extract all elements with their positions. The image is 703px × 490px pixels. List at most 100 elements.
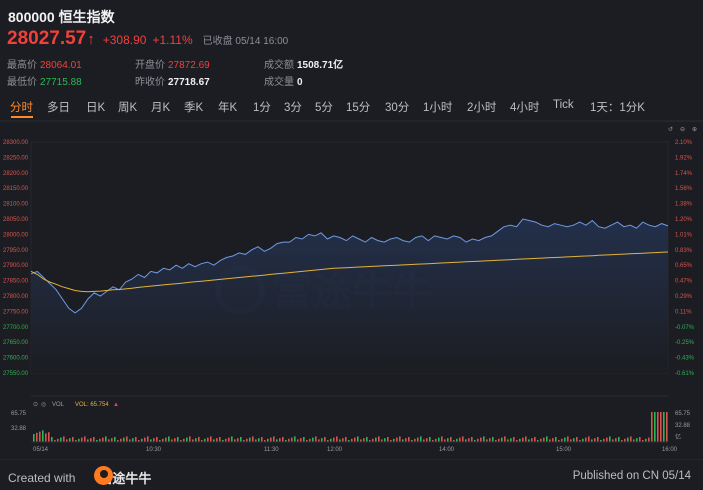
vol-bar <box>273 436 275 442</box>
vol-bar <box>147 436 149 442</box>
vol-bar <box>408 437 410 442</box>
zoom-in-icon: ⊕ <box>692 127 697 133</box>
pct-tick-right: 0.47% <box>675 279 693 285</box>
vol-label: VOL <box>52 402 65 408</box>
vol-bar <box>447 438 449 442</box>
vol-bar <box>567 436 569 442</box>
vol-settings-icon: ⊙ <box>33 402 38 408</box>
footer-published: Published on CN 05/14 <box>572 470 691 482</box>
vol-bar <box>405 438 407 442</box>
pct-tick-right: 0.11% <box>675 309 692 315</box>
vol-bar <box>258 438 260 442</box>
vol-bar <box>240 437 242 442</box>
vol-bar <box>90 438 92 442</box>
vol-bar <box>384 438 386 442</box>
price-tick-left: 27800.00 <box>3 294 29 300</box>
price-tick-left: 28250.00 <box>3 155 29 161</box>
vol-value: VOL: 65.754 <box>75 402 109 408</box>
vol-bar <box>525 436 527 442</box>
vol-bar <box>114 437 116 442</box>
time-tick: 12:00 <box>327 447 343 453</box>
vol-bar <box>357 436 359 442</box>
vol-bar <box>510 438 512 442</box>
vol-bar <box>594 438 596 442</box>
vol-bar <box>252 436 254 442</box>
vol-bar <box>429 437 431 442</box>
vol-bar <box>174 438 176 442</box>
vol-bar <box>261 437 263 442</box>
vol-bar <box>588 436 590 442</box>
vol-bar <box>483 436 485 442</box>
vol-bar <box>207 437 209 442</box>
vol-bar <box>36 432 38 442</box>
vol-bar <box>420 436 422 442</box>
price-tick-left: 27650.00 <box>3 340 29 346</box>
vol-bar <box>426 438 428 442</box>
vol-bar <box>606 437 608 442</box>
vol-bar <box>648 437 650 442</box>
created-with-label: Created with <box>8 470 76 485</box>
vol-bar <box>618 437 620 442</box>
vol-bar <box>468 438 470 442</box>
vol-bar <box>111 438 113 442</box>
vol-tick-right: 亿 <box>675 433 681 441</box>
pct-tick-right: 1.74% <box>675 171 693 177</box>
vol-bar <box>324 437 326 442</box>
vol-bar <box>480 437 482 442</box>
vol-tick-left: 32.88 <box>11 426 27 432</box>
pct-tick-right: 0.83% <box>675 248 693 254</box>
vol-bar <box>102 437 104 442</box>
vol-bar <box>354 437 356 442</box>
vol-bar <box>63 436 65 442</box>
reset-icon: ↺ <box>668 126 673 133</box>
pct-tick-right: 1.38% <box>675 202 693 208</box>
vol-bar <box>153 438 155 442</box>
pct-tick-right: 1.01% <box>675 232 693 238</box>
price-area <box>31 219 668 373</box>
pct-tick-right: -0.61% <box>675 371 695 377</box>
vol-bar <box>375 437 377 442</box>
footer-created: Created with 富途牛牛 <box>8 466 151 487</box>
time-tick: 16:00 <box>662 447 678 453</box>
pct-tick-right: -0.25% <box>675 340 695 346</box>
vol-bar <box>219 437 221 442</box>
vol-bar <box>387 437 389 442</box>
vol-bar <box>282 437 284 442</box>
vol-bar <box>636 438 638 442</box>
vol-bar <box>93 437 95 442</box>
vol-bar <box>123 437 125 442</box>
vol-bar <box>615 438 617 442</box>
vol-eye-icon: ◎ <box>41 402 46 408</box>
vol-bar <box>345 437 347 442</box>
price-tick-left: 27550.00 <box>3 371 29 377</box>
vol-bar <box>627 437 629 442</box>
vol-bar <box>459 437 461 442</box>
futu-logo-icon <box>94 466 113 485</box>
vol-bar <box>573 438 575 442</box>
vol-bar <box>312 437 314 442</box>
pct-tick-right: -0.43% <box>675 356 695 362</box>
price-tick-left: 27600.00 <box>3 356 29 362</box>
vol-bar <box>609 436 611 442</box>
vol-bar <box>342 438 344 442</box>
vol-bar <box>378 436 380 442</box>
intraday-chart[interactable]: 28300.00 28250.00 28200.00 28150.00 28100.00… <box>0 0 703 460</box>
vol-bar <box>597 437 599 442</box>
price-tick-left: 28100.00 <box>3 202 29 208</box>
vol-bar <box>576 437 578 442</box>
pct-tick-right: 2.10% <box>675 140 693 146</box>
vol-bar <box>663 412 665 442</box>
vol-bar <box>135 437 137 442</box>
vol-bar <box>39 431 41 442</box>
vol-tick-right: 32.88 <box>675 423 691 429</box>
price-tick-left: 28200.00 <box>3 171 29 177</box>
vol-bar <box>210 436 212 442</box>
vol-bar <box>534 437 536 442</box>
time-tick: 11:30 <box>264 447 279 453</box>
pct-tick-right: 0.29% <box>675 294 693 300</box>
pct-tick-right: 0.65% <box>675 263 693 269</box>
vol-bar <box>399 436 401 442</box>
vol-bar <box>639 437 641 442</box>
vol-bar <box>564 437 566 442</box>
vol-bar <box>72 437 74 442</box>
